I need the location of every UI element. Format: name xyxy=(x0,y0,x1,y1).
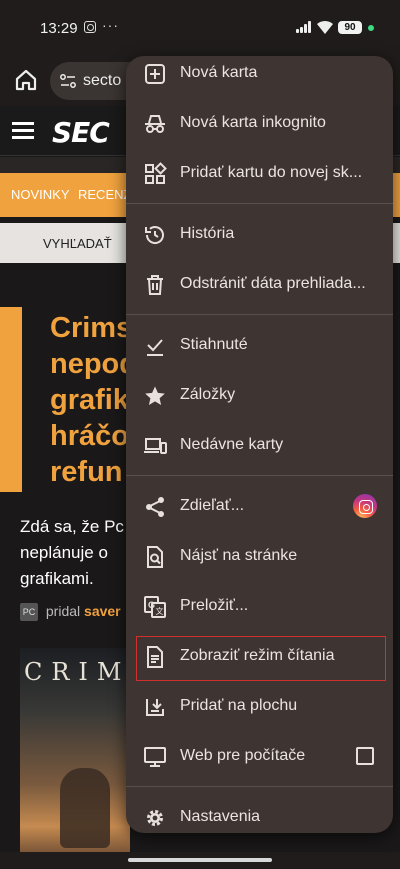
menu-item-label: Pridať kartu do novej sk... xyxy=(180,164,363,181)
menu-item-label: História xyxy=(180,225,235,242)
menu-item-share[interactable]: Zdieľať... xyxy=(126,484,393,530)
menu-item-find-in-page[interactable]: Nájsť na stránke xyxy=(126,534,393,580)
gear-icon xyxy=(147,810,163,826)
menu-divider xyxy=(126,314,393,315)
add-to-home-icon xyxy=(146,699,164,716)
article-image[interactable]: CRIM xyxy=(20,648,130,858)
menu-item-recent-tabs[interactable]: Nedávne karty xyxy=(126,423,393,469)
menu-item-label: Odstrániť dáta prehliada... xyxy=(180,275,366,292)
menu-item-label: Nová karta xyxy=(180,64,258,81)
menu-item-translate[interactable]: G 文 Preložiť... xyxy=(126,584,393,630)
article-author: PC pridal saver xyxy=(20,603,121,622)
nav-item-recenzie[interactable]: RECENZ xyxy=(78,187,131,202)
status-time: 13:29 xyxy=(40,20,78,37)
home-icon[interactable] xyxy=(12,66,40,94)
author-name[interactable]: saver xyxy=(84,603,121,619)
site-settings-icon[interactable] xyxy=(60,74,76,88)
instagram-notification-icon xyxy=(84,21,96,33)
menu-item-label: Pridať na plochu xyxy=(180,697,298,714)
menu-item-label: Preložiť... xyxy=(180,597,249,614)
menu-item-add-tab-to-group[interactable]: Pridať kartu do novej sk... xyxy=(126,151,393,197)
battery-icon: 90 xyxy=(338,21,362,34)
download-icon xyxy=(147,339,163,356)
menu-item-new-tab[interactable]: Nová karta xyxy=(126,56,393,97)
reader-mode-highlight xyxy=(136,636,386,681)
share-icon xyxy=(146,497,164,517)
headline-accent-bar xyxy=(0,307,22,492)
menu-item-label: Nájsť na stránke xyxy=(180,547,298,564)
menu-item-incognito[interactable]: Nová karta inkognito xyxy=(126,101,393,147)
menu-item-label: Web pre počítače xyxy=(180,747,306,764)
nav-item-novinky[interactable]: NOVINKY xyxy=(11,187,70,202)
desktop-site-checkbox[interactable] xyxy=(356,747,374,765)
privacy-indicator-dot xyxy=(368,25,374,31)
instagram-share-icon[interactable] xyxy=(353,494,377,518)
author-prefix: pridal xyxy=(45,603,81,619)
star-icon xyxy=(145,386,165,405)
desktop-icon xyxy=(144,747,166,767)
menu-item-label: Zdieľať... xyxy=(180,497,245,514)
lede-line: grafikami. xyxy=(20,569,94,588)
devices-icon xyxy=(144,438,167,454)
wifi-icon xyxy=(317,20,333,34)
trash-icon xyxy=(147,275,163,295)
browser-overflow-menu: Nová karta Nová karta inkognito Pridať k… xyxy=(126,56,393,833)
menu-item-history[interactable]: História xyxy=(126,212,393,258)
signal-icon xyxy=(296,21,312,33)
menu-item-label: Záložky xyxy=(180,386,236,403)
new-tab-icon xyxy=(145,64,165,84)
menu-item-label: Stiahnuté xyxy=(180,336,248,353)
translate-icon: G 文 xyxy=(144,596,166,618)
menu-item-desktop-site[interactable]: Web pre počítače xyxy=(126,734,393,780)
article-lede: Zdá sa, že Pc neplánuje o grafikami. xyxy=(20,514,124,592)
menu-item-label: Nová karta inkognito xyxy=(180,114,326,131)
menu-divider xyxy=(126,203,393,204)
svg-text:文: 文 xyxy=(156,606,164,616)
status-bar: 13:29 ··· 90 xyxy=(0,0,400,56)
url-text: secto xyxy=(83,72,122,89)
author-badge: PC xyxy=(20,603,38,622)
subnav-item-search[interactable]: VYHĽADAŤ xyxy=(43,236,112,251)
incognito-icon xyxy=(145,115,165,133)
svg-text:G: G xyxy=(148,600,155,610)
menu-item-clear-browsing-data[interactable]: Odstrániť dáta prehliada... xyxy=(126,262,393,308)
site-logo[interactable]: SEC xyxy=(52,116,110,149)
menu-item-downloads[interactable]: Stiahnuté xyxy=(126,323,393,369)
tab-group-icon xyxy=(145,162,167,184)
menu-item-label: Nedávne karty xyxy=(180,436,284,453)
menu-divider xyxy=(126,475,393,476)
history-icon xyxy=(145,226,164,244)
menu-divider xyxy=(126,786,393,787)
article-image-figure xyxy=(60,768,110,848)
article-image-title: CRIM xyxy=(24,658,130,686)
find-in-page-icon xyxy=(147,546,163,568)
gesture-handle[interactable] xyxy=(128,858,272,862)
menu-item-settings[interactable]: Nastavenia xyxy=(126,795,393,833)
menu-item-label: Nastavenia xyxy=(180,808,261,825)
hamburger-menu-icon[interactable] xyxy=(12,122,34,140)
menu-item-add-to-home-screen[interactable]: Pridať na plochu xyxy=(126,684,393,730)
lede-line: neplánuje o xyxy=(20,543,108,562)
lede-line: Zdá sa, že Pc xyxy=(20,517,124,536)
menu-item-bookmarks[interactable]: Záložky xyxy=(126,373,393,419)
more-notifications-icon: ··· xyxy=(102,17,119,33)
